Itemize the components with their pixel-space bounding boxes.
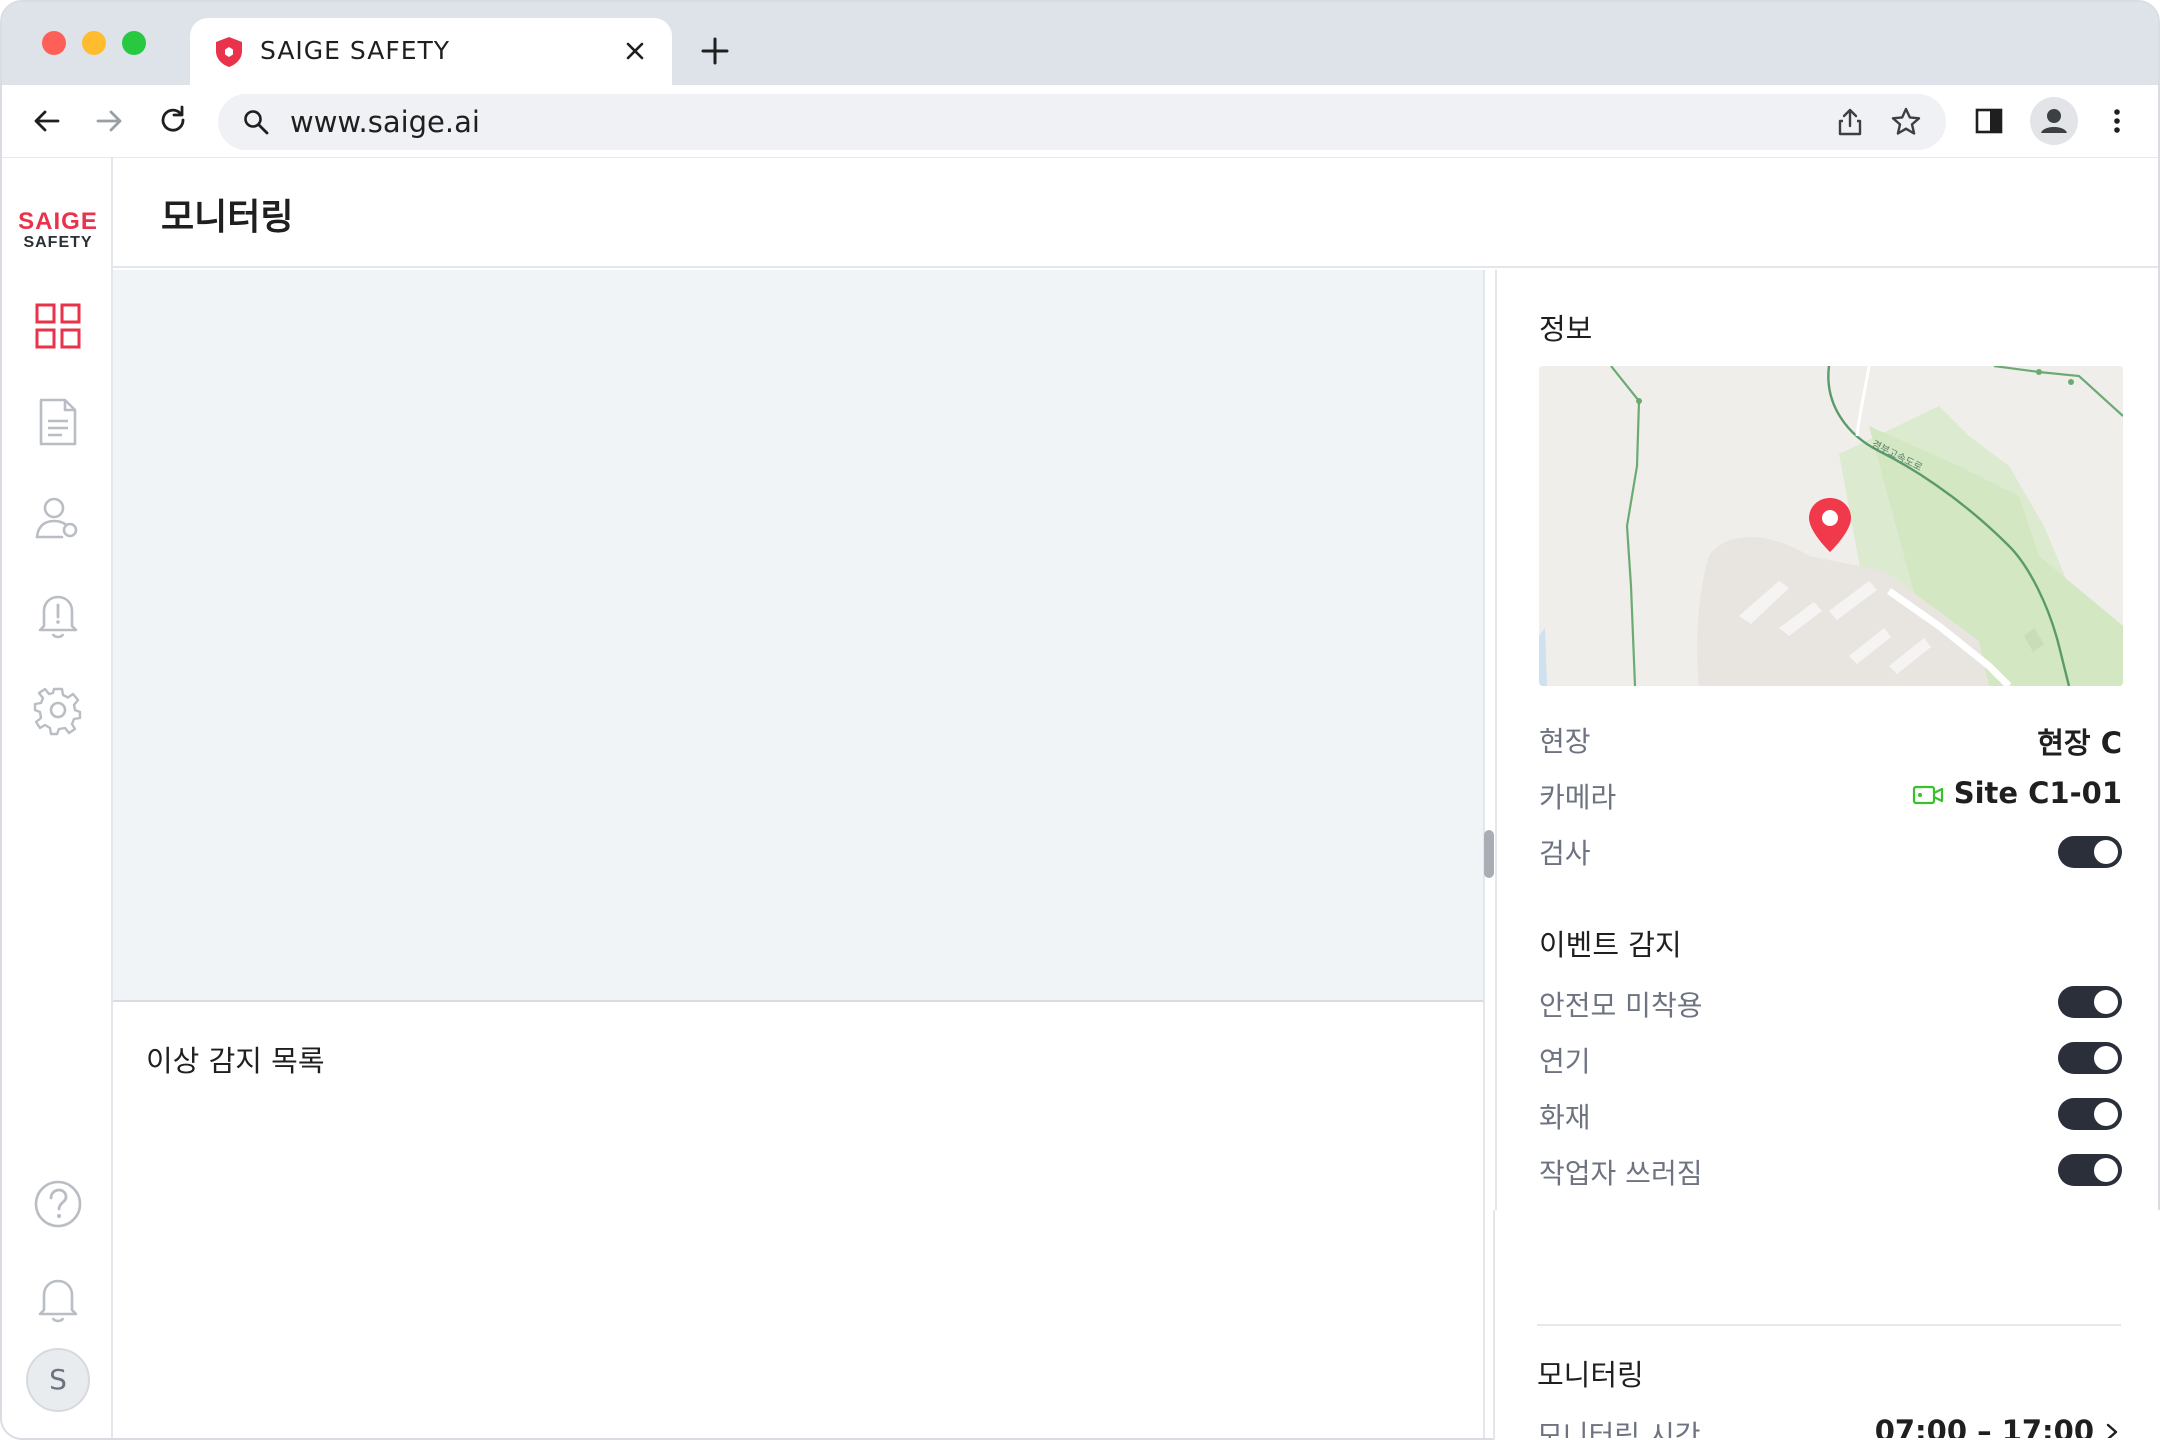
forward-arrow-icon[interactable] [92,104,126,138]
camera-label: 카메라 [1539,781,1617,814]
camera-value: Site C1-01 [1953,776,2122,810]
camera-value-group[interactable]: Site C1-01 [1912,776,2122,810]
event-label-smoke: 연기 [1539,1045,1591,1078]
minimize-window-button[interactable] [82,31,106,55]
monitoring-time-row[interactable]: 모니터링 시간 07:00 – 17:00 [1495,1410,2158,1438]
browser-tab[interactable]: SAIGE SAFETY [190,18,672,85]
toggle-smoke[interactable] [2058,1042,2122,1074]
toggle-fire[interactable] [2058,1098,2122,1130]
monitoring-title: 모니터링 [1537,1358,1644,1392]
toggle-worker-down[interactable] [2058,1154,2122,1186]
toggle-knob [2094,1046,2118,1070]
event-detection-title: 이벤트 감지 [1539,928,1682,962]
sidebar: SAIGE SAFETY S [2,158,113,1438]
help-icon[interactable] [32,1178,84,1230]
user-settings-icon[interactable] [32,492,84,544]
page-title: 모니터링 [161,197,294,238]
monitoring-time-value: 07:00 – 17:00 [1874,1414,2094,1438]
inspection-toggle[interactable] [2058,836,2122,868]
notification-bell-icon[interactable] [32,1272,84,1324]
saige-logo[interactable]: SAIGE SAFETY [16,210,100,252]
info-title: 정보 [1539,312,1593,346]
event-label-worker-down: 작업자 쓰러짐 [1539,1157,1703,1190]
shield-favicon-icon [216,37,242,67]
more-vertical-icon[interactable] [2100,104,2134,138]
event-label-helmet: 안전모 미착용 [1539,989,1703,1022]
toggle-knob [2094,1102,2118,1126]
location-pin-icon[interactable] [1807,496,1853,554]
toggle-knob [2094,840,2118,864]
profile-person-icon [2041,109,2067,133]
address-bar[interactable]: www.saige.ai [218,94,1946,150]
anomaly-list: 이상 감지 목록 [113,1004,1483,1438]
back-arrow-icon[interactable] [30,104,64,138]
toggle-helmet[interactable] [2058,986,2122,1018]
share-icon[interactable] [1834,106,1866,138]
gear-icon[interactable] [32,684,84,736]
monitoring-divider [1537,1324,2121,1326]
anomaly-list-title: 이상 감지 목록 [146,1044,325,1078]
camera-icon [1912,785,1943,805]
chevron-right-icon [2106,1423,2118,1438]
avatar[interactable]: S [26,1348,90,1412]
toggle-knob [2094,990,2118,1014]
browser-toolbar: www.saige.ai [2,85,2158,158]
close-icon[interactable] [622,38,648,64]
monitoring-time-label: 모니터링 시간 [1537,1419,1701,1438]
dashboard-icon[interactable] [32,300,84,352]
logo-bottom-text: SAFETY [23,234,93,251]
tab-strip: SAIGE SAFETY [2,2,2158,85]
splitter-handle[interactable] [1484,830,1494,878]
report-icon[interactable] [32,396,84,448]
logo-top-text: SAIGE [18,208,98,235]
search-icon [244,110,269,135]
profile-button[interactable] [2030,97,2078,145]
video-viewer[interactable] [113,270,1483,1002]
site-label: 현장 [1539,725,1591,758]
side-panel-icon[interactable] [1972,104,2006,138]
site-map[interactable]: 경부고속도로 [1539,366,2123,686]
url-text[interactable]: www.saige.ai [290,105,480,139]
alert-bell-icon[interactable] [32,588,84,640]
new-tab-plus-icon[interactable] [700,36,730,66]
bookmark-star-icon[interactable] [1890,106,1922,138]
page-header: 모니터링 [113,158,2158,268]
tab-title: SAIGE SAFETY [260,36,451,65]
inspection-label: 검사 [1539,837,1591,870]
toggle-knob [2094,1158,2118,1182]
site-value: 현장 C [2037,726,2122,760]
maximize-window-button[interactable] [122,31,146,55]
event-label-fire: 화재 [1539,1101,1591,1134]
reload-icon[interactable] [156,104,190,138]
close-window-button[interactable] [42,31,66,55]
